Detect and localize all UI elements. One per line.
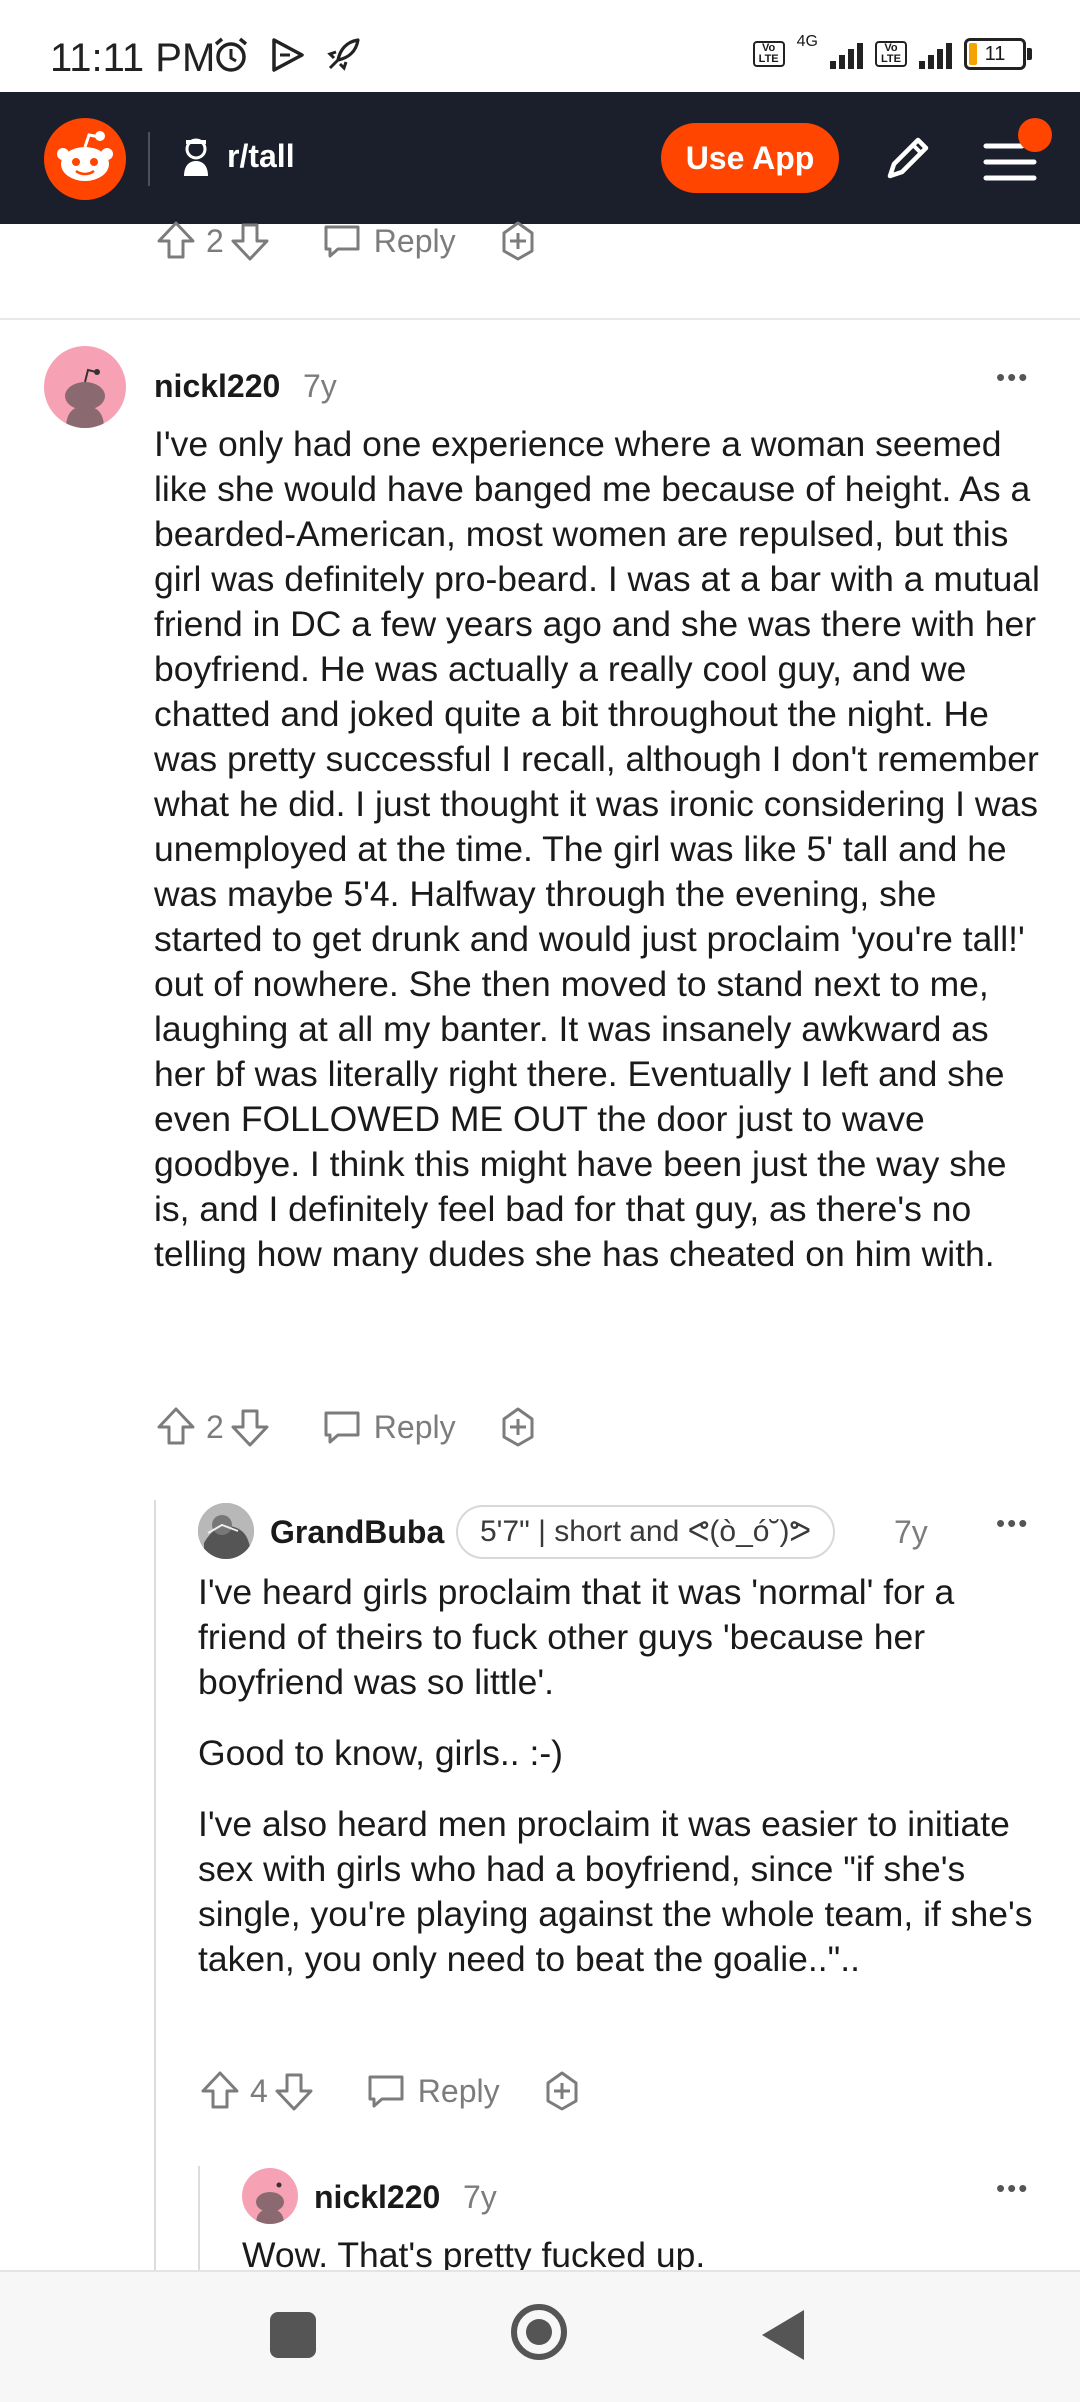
- rocket-icon: [327, 38, 360, 71]
- comment-age: 7y: [894, 1514, 928, 1550]
- upvote-icon[interactable]: [154, 219, 198, 263]
- comment-body: Wow. That's pretty fucked up.: [242, 2233, 1044, 2270]
- use-app-button[interactable]: Use App: [661, 123, 839, 193]
- comment-age: 7y: [463, 2179, 497, 2215]
- comment-paragraph: I've only had one experience where a wom…: [154, 424, 1040, 1274]
- thread-line[interactable]: [154, 1500, 156, 2270]
- comment-separator: [0, 318, 1080, 320]
- volte-icon: Vo LTE: [752, 41, 785, 67]
- comment-author[interactable]: GrandBuba: [270, 1514, 444, 1551]
- edit-pencil-icon[interactable]: [880, 130, 936, 186]
- reply-button[interactable]: Reply: [320, 1405, 456, 1449]
- award-icon[interactable]: [540, 2069, 584, 2113]
- subreddit-icon: [184, 138, 208, 176]
- signal-icon-2: [919, 39, 952, 69]
- avatar[interactable]: [198, 1503, 254, 1559]
- reply-icon: [324, 225, 360, 258]
- vote-score: 2: [206, 1408, 224, 1445]
- back-button[interactable]: [762, 2310, 804, 2360]
- comment-author[interactable]: nickl220: [314, 2179, 440, 2216]
- comment-age: 7y: [303, 368, 337, 404]
- reply-icon: [368, 2075, 404, 2108]
- comment-paragraph: Wow. That's pretty fucked up.: [242, 2235, 706, 2270]
- reply-label: Reply: [373, 1408, 456, 1445]
- comment-actions: 4 Reply: [198, 2066, 584, 2116]
- award-icon[interactable]: [496, 219, 540, 263]
- upvote-icon[interactable]: [154, 1405, 198, 1449]
- comment-body: I've heard girls proclaim that it was 'n…: [198, 1570, 1044, 2008]
- downvote-icon[interactable]: [228, 219, 272, 263]
- network-type-label: 4G: [796, 33, 818, 50]
- alarm-icon: [214, 37, 248, 72]
- battery-level: 11: [984, 43, 1006, 65]
- comment-body: I've only had one experience where a wom…: [154, 422, 1044, 1303]
- thread-line[interactable]: [198, 2166, 200, 2270]
- status-time: 11:11 PM: [50, 36, 216, 80]
- comment-paragraph: Good to know, girls.. :-): [198, 1733, 564, 1773]
- avatar[interactable]: [44, 346, 126, 428]
- upvote-icon[interactable]: [198, 2069, 242, 2113]
- comment-author[interactable]: nickl220: [154, 368, 280, 405]
- award-icon[interactable]: [496, 1405, 540, 1449]
- battery-icon: 11: [964, 38, 1032, 70]
- avatar[interactable]: [242, 2168, 298, 2224]
- volte-icon-2: Vo LTE: [875, 41, 907, 67]
- status-system-icons: Vo LTE 4G Vo LTE 11: [752, 33, 1032, 70]
- reply-label: Reply: [373, 222, 456, 259]
- vote-score: 2: [206, 222, 224, 259]
- header-divider: [148, 132, 150, 186]
- comment-actions: 2 Reply: [154, 1402, 540, 1452]
- reddit-logo-icon[interactable]: [44, 118, 126, 200]
- reply-icon: [324, 1411, 360, 1444]
- recents-button[interactable]: [270, 2312, 316, 2358]
- user-flair: 5'7" | short and ᕙ(ò_ó˘)ᕗ: [456, 1505, 836, 1559]
- signal-icon: [830, 39, 863, 69]
- downvote-icon[interactable]: [272, 2069, 316, 2113]
- more-options-icon[interactable]: •••: [996, 2173, 1029, 2204]
- status-bar: 11:11 PM Vo LTE 4G Vo LTE 11: [0, 0, 1080, 92]
- reply-button[interactable]: Reply: [364, 2069, 500, 2113]
- prev-comment-actions: 2 Reply: [154, 216, 540, 266]
- status-notification-icons: [212, 36, 362, 74]
- more-options-icon[interactable]: •••: [996, 362, 1029, 393]
- subreddit-name[interactable]: r/tall: [227, 138, 295, 175]
- reply-button[interactable]: Reply: [320, 219, 456, 263]
- notification-dot: [1018, 118, 1052, 152]
- comment-paragraph: I've heard girls proclaim that it was 'n…: [198, 1572, 955, 1702]
- reply-label: Reply: [417, 2072, 500, 2109]
- play-icon: [272, 38, 304, 72]
- home-button[interactable]: [511, 2304, 567, 2360]
- downvote-icon[interactable]: [228, 1405, 272, 1449]
- system-nav-bar: [0, 2270, 1080, 2402]
- comment-paragraph: I've also heard men proclaim it was easi…: [198, 1804, 1033, 1979]
- app-header: r/tall Use App: [0, 92, 1080, 224]
- more-options-icon[interactable]: •••: [996, 1508, 1029, 1539]
- vote-score: 4: [250, 2072, 268, 2109]
